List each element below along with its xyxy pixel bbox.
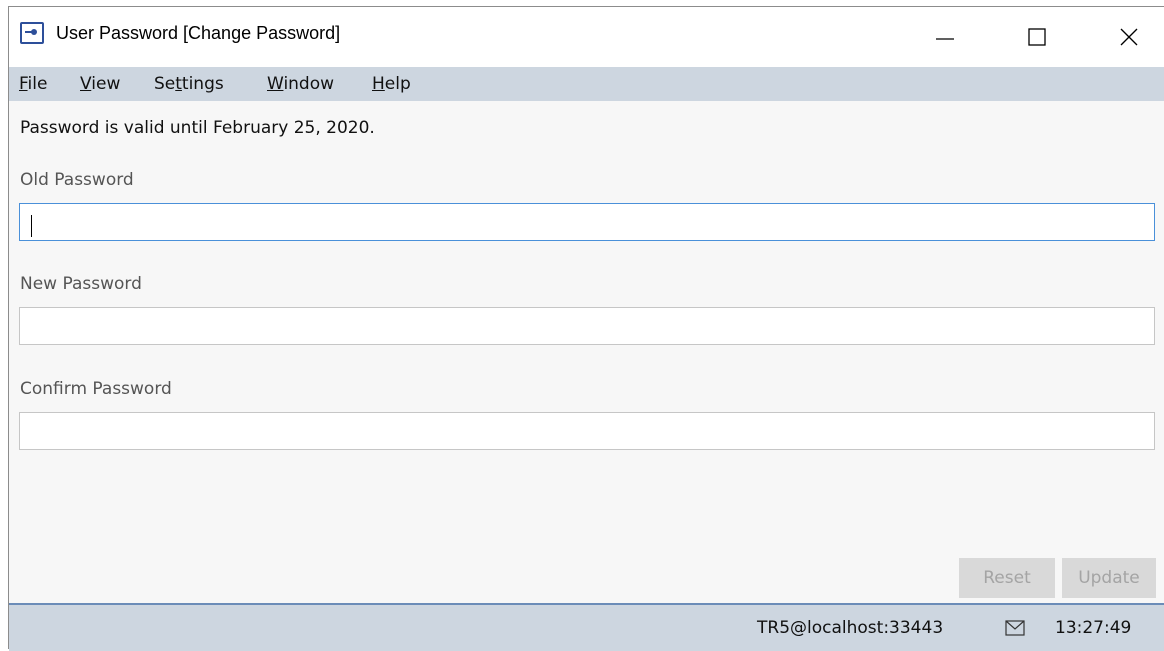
menu-settings-label: tings [181, 74, 224, 94]
application-window: User Password [Change Password] File Vie… [8, 6, 1164, 651]
menu-file-label: ile [27, 74, 48, 94]
close-icon [1120, 28, 1138, 46]
menu-settings[interactable]: Settings [154, 74, 224, 94]
new-password-field[interactable] [19, 307, 1155, 345]
menu-window-mnemonic: W [267, 74, 284, 94]
confirm-password-label: Confirm Password [20, 379, 172, 399]
password-validity-message: Password is valid until February 25, 202… [20, 118, 375, 138]
text-caret [31, 215, 32, 237]
reset-button[interactable]: Reset [959, 558, 1055, 598]
menu-help-mnemonic: H [372, 74, 385, 94]
connection-status: TR5@localhost:33443 [757, 618, 944, 638]
minimize-icon [936, 38, 954, 40]
maximize-button[interactable] [991, 7, 1083, 67]
old-password-label: Old Password [20, 170, 134, 190]
maximize-icon [1028, 28, 1046, 46]
mail-icon[interactable] [1005, 620, 1025, 636]
menu-window-label: indow [283, 74, 335, 94]
menu-view-mnemonic: V [80, 74, 92, 94]
old-password-field[interactable] [19, 203, 1155, 241]
confirm-password-field[interactable] [19, 412, 1155, 450]
new-password-label: New Password [20, 274, 142, 294]
key-icon [20, 22, 44, 44]
status-bar: TR5@localhost:33443 13:27:49 [9, 603, 1164, 651]
menu-help[interactable]: Help [372, 74, 411, 94]
menu-view-label: iew [91, 74, 121, 94]
window-title: User Password [Change Password] [56, 23, 341, 43]
close-button[interactable] [1083, 7, 1164, 67]
minimize-button[interactable] [899, 7, 991, 67]
menu-file-mnemonic: F [19, 74, 28, 94]
menu-settings-mnemonic: t [175, 74, 182, 94]
menu-view[interactable]: View [80, 74, 120, 94]
menu-window[interactable]: Window [267, 74, 334, 94]
status-clock: 13:27:49 [1055, 618, 1132, 638]
menu-bar: File View Settings Window Help [9, 67, 1164, 101]
menu-help-label: elp [384, 74, 411, 94]
menu-settings-prefix: Se [154, 74, 176, 94]
menu-file[interactable]: File [19, 74, 47, 94]
title-bar[interactable]: User Password [Change Password] [9, 7, 1164, 67]
update-button[interactable]: Update [1062, 558, 1156, 598]
